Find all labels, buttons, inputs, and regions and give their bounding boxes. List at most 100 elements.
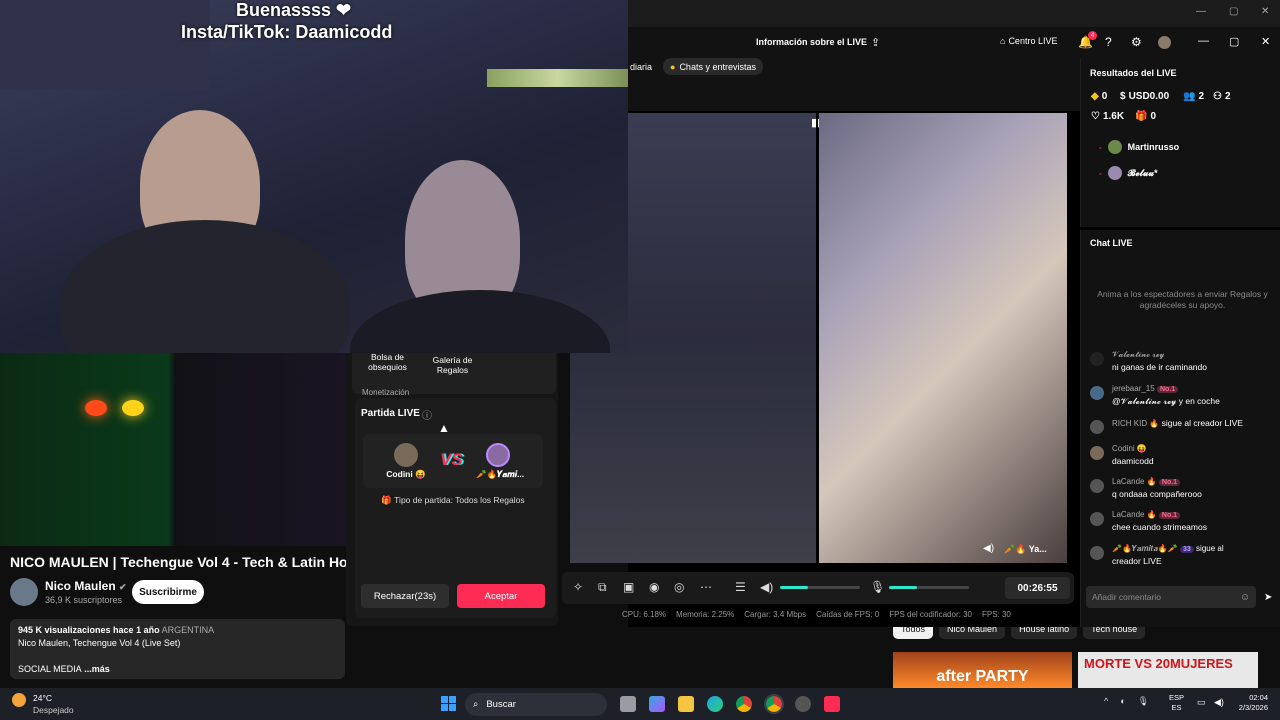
results-title: Resultados del LIVE xyxy=(1090,68,1177,78)
user-avatar[interactable] xyxy=(1158,36,1171,49)
avatar xyxy=(1090,512,1104,526)
notification-badge: 4 xyxy=(1088,31,1097,40)
chat-message: 𝓥𝓪𝓵𝓮𝓷𝓽𝓲𝓷𝓸 𝓻𝓮𝔂 ni ganas de ir caminando xyxy=(1090,350,1278,376)
chevron-up-icon[interactable]: ^ xyxy=(1104,696,1108,707)
microphone-icon[interactable]: 🎙 xyxy=(1138,696,1149,707)
more-icon[interactable]: ⋯ xyxy=(700,580,712,594)
task-view-icon[interactable] xyxy=(620,696,636,712)
screen-share-icon[interactable]: ⧉ xyxy=(598,580,607,595)
app-icon[interactable] xyxy=(795,696,811,712)
browser-top-bar xyxy=(628,0,1280,27)
send-icon[interactable]: ➤ xyxy=(1264,592,1272,603)
volume-icon[interactable]: ◀) xyxy=(760,580,773,594)
rank-badge: No.1 xyxy=(1158,479,1181,486)
weather-temp[interactable]: 24°C xyxy=(33,693,52,703)
clock[interactable]: 02:04 2/3/2026 xyxy=(1234,693,1268,713)
avatar-icon[interactable]: ◐ xyxy=(1120,696,1125,707)
avatar xyxy=(1090,546,1104,560)
chat-username[interactable]: jerebaar_15 xyxy=(1112,384,1155,393)
weather-condition[interactable]: Despejado xyxy=(33,705,74,715)
record-icon[interactable]: ◉ xyxy=(649,580,659,594)
help-icon[interactable]: ? xyxy=(1105,35,1112,49)
taskbar-search[interactable]: ⌕ Buscar xyxy=(465,693,607,716)
reject-button[interactable]: Rechazar(23s) xyxy=(361,584,449,608)
recommended-video-thumbnail[interactable]: MORTE VS 20MUJERES xyxy=(1078,652,1258,688)
live-info-title[interactable]: Información sobre el LIVE xyxy=(756,37,867,47)
chat-username[interactable]: LaCande 🔥 xyxy=(1112,477,1157,486)
speaker-icon[interactable]: ◀) xyxy=(983,543,994,554)
centro-live-button[interactable]: ⌂ Centro LIVE xyxy=(1000,36,1057,46)
edge-icon[interactable] xyxy=(707,696,723,712)
mic-fill xyxy=(889,586,917,589)
minimize-icon[interactable]: — xyxy=(1196,6,1206,17)
copilot-icon[interactable] xyxy=(649,696,665,712)
chat-username[interactable]: Codini 😝 xyxy=(1112,444,1147,453)
help-icon[interactable]: ⓘ xyxy=(422,407,432,422)
chat-message: jerebaar_15 No.1 @𝓥𝓪𝓵𝓮𝓷𝓽𝓲𝓷𝓸 𝓻𝓮𝔂 y en coc… xyxy=(1090,384,1278,410)
chat-username[interactable]: LaCande 🔥 xyxy=(1112,510,1157,519)
layout-icon[interactable]: ▣ xyxy=(623,580,634,594)
chat-username[interactable]: RICH KID 🔥 xyxy=(1112,419,1159,428)
shares-stat: ⚇ 2 xyxy=(1213,91,1231,102)
speaker-icon[interactable]: ◀) xyxy=(1214,697,1224,708)
close-icon[interactable]: ✕ xyxy=(1261,6,1269,17)
accept-button[interactable]: Aceptar xyxy=(457,584,545,608)
subscriber-count: 36,9 K suscriptores xyxy=(45,595,123,605)
window-light xyxy=(487,69,628,87)
share-icon[interactable]: ⇪ xyxy=(871,36,880,49)
chat-username[interactable]: 𝓥𝓪𝓵𝓮𝓷𝓽𝓲𝓷𝓸 𝓻𝓮𝔂 xyxy=(1112,350,1164,360)
player1-avatar xyxy=(394,443,418,467)
chrome-icon[interactable] xyxy=(736,696,752,712)
mic-slider[interactable] xyxy=(889,586,969,589)
tab-diaria[interactable]: diaria xyxy=(630,62,652,72)
tab-chats-label: Chats y entrevistas xyxy=(679,61,756,72)
usd-stat: $ USD0.00 xyxy=(1120,91,1169,102)
channel-name[interactable]: Nico Maulen ✔ xyxy=(45,579,127,593)
emoji-icon[interactable]: ☺ xyxy=(1240,592,1250,603)
maximize-icon[interactable]: ▢ xyxy=(1229,6,1238,17)
weather-icon[interactable] xyxy=(12,693,26,707)
show-more-link[interactable]: ...más xyxy=(82,664,110,674)
subscribe-button[interactable]: Suscribirme xyxy=(132,580,204,604)
diamond-icon: ◆ xyxy=(1091,91,1099,102)
overlay-social-handle: Insta/TikTok: Daamicodd xyxy=(181,22,393,42)
chat-text: q ondaaa compañerooo xyxy=(1112,489,1202,499)
tab-chats[interactable]: ● Chats y entrevistas xyxy=(663,58,763,75)
comment-input[interactable]: Añadir comentario xyxy=(1086,586,1256,608)
lang-layout: ES xyxy=(1171,703,1182,712)
youtube-video-player[interactable] xyxy=(0,350,350,546)
close-icon[interactable]: ✕ xyxy=(1261,35,1270,48)
likes-stat: ♡ 1.6K xyxy=(1091,111,1124,122)
tiktok-live-studio-icon[interactable] xyxy=(824,696,840,712)
avatar xyxy=(1107,140,1122,154)
gifts-value: 0 xyxy=(1150,111,1157,122)
volume-slider[interactable] xyxy=(780,586,860,589)
vs-icon: VS xyxy=(440,450,463,469)
lang-code: ESP xyxy=(1169,693,1185,702)
channel-avatar[interactable] xyxy=(10,578,38,606)
recommended-video-thumbnail[interactable]: after PARTY xyxy=(893,652,1072,688)
galeria-regalos-button[interactable]: Galería de Regalos xyxy=(425,355,480,375)
avatar xyxy=(1090,386,1104,400)
channel-name-text[interactable]: Nico Maulen xyxy=(45,579,116,593)
maximize-icon[interactable]: ▢ xyxy=(1229,35,1239,48)
minimize-icon[interactable]: — xyxy=(1198,35,1209,47)
microphone-icon[interactable]: 🎙 xyxy=(870,580,885,594)
monetizacion-label: Monetización xyxy=(362,388,410,397)
magic-wand-icon[interactable]: ✧ xyxy=(573,580,583,594)
chat-username[interactable]: 🥕🔥𝒀𝒂𝒎𝒊𝒕𝒂🔥🥕 xyxy=(1112,544,1178,553)
camera-switch-icon[interactable]: ◎ xyxy=(674,580,684,594)
chrome-active-icon[interactable] xyxy=(764,694,784,714)
top-viewer[interactable]: - Martinrusso xyxy=(1099,140,1179,154)
file-explorer-icon[interactable] xyxy=(678,696,694,712)
video-description[interactable]: 945 K visualizaciones hace 1 año ARGENTI… xyxy=(10,619,345,679)
top-viewer[interactable]: - 𝓑𝓮𝓵𝓾𝓾* xyxy=(1099,166,1158,180)
network-icon[interactable]: ▭ xyxy=(1197,697,1206,708)
settings-sliders-icon[interactable]: ☰ xyxy=(735,580,746,594)
gear-icon[interactable]: ⚙ xyxy=(1131,35,1142,49)
start-button[interactable] xyxy=(441,696,456,711)
language-indicator[interactable]: ESP ES xyxy=(1169,693,1184,713)
gift-icon: 🎁 xyxy=(1135,111,1148,122)
bolsa-obsequios-button[interactable]: Bolsa de obsequios xyxy=(360,352,415,372)
live-timer: 00:26:55 xyxy=(1005,577,1070,599)
